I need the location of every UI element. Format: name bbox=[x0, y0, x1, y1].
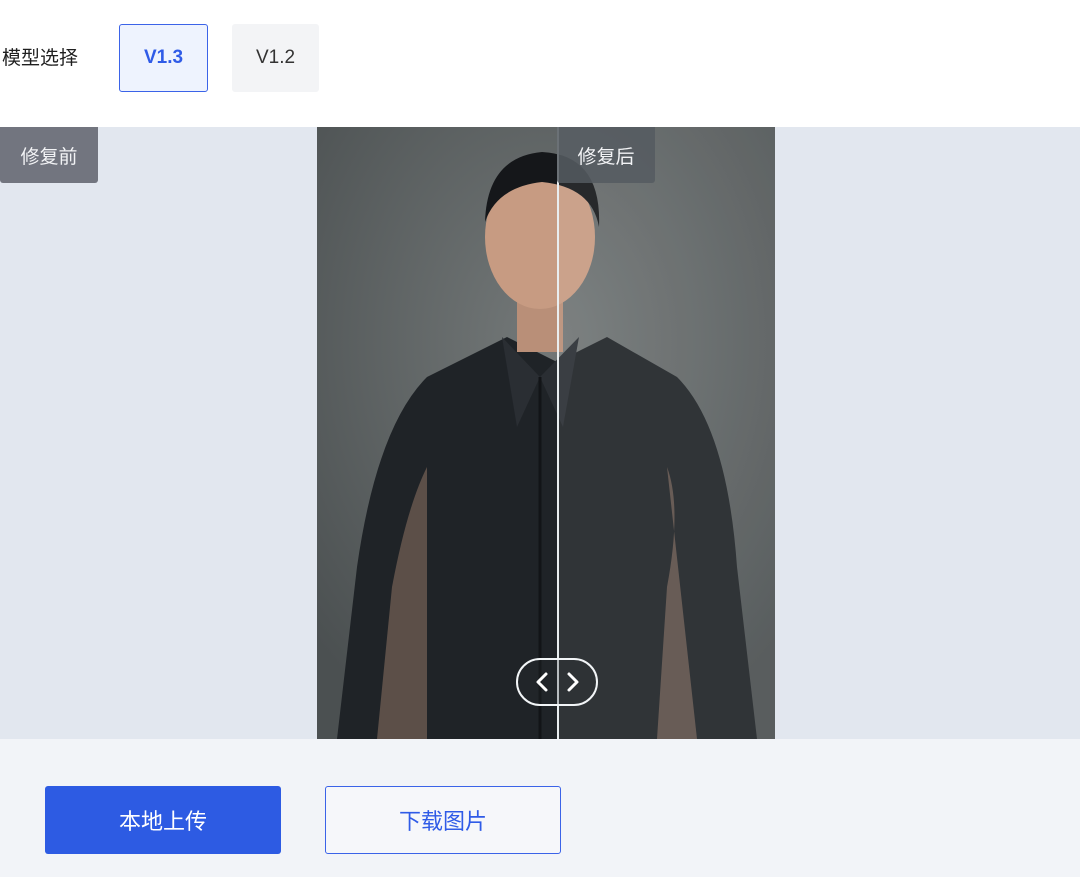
model-select-label: 模型选择 bbox=[2, 47, 79, 69]
after-tag: 修复后 bbox=[557, 127, 655, 183]
comparison-stage: 修复前 修复后 bbox=[0, 127, 1080, 739]
version-v12-button[interactable]: V1.2 bbox=[232, 24, 319, 92]
action-bar: 本地上传 下载图片 bbox=[0, 739, 1080, 877]
download-image-button[interactable]: 下载图片 bbox=[325, 786, 561, 854]
local-upload-button[interactable]: 本地上传 bbox=[45, 786, 281, 854]
version-v13-button[interactable]: V1.3 bbox=[119, 24, 208, 92]
chevron-left-icon bbox=[536, 672, 547, 692]
after-overlay bbox=[557, 127, 775, 739]
before-tag: 修复前 bbox=[0, 127, 98, 183]
portrait-image bbox=[317, 127, 775, 739]
split-drag-handle[interactable] bbox=[516, 658, 598, 706]
split-divider[interactable] bbox=[557, 127, 559, 739]
chevron-right-icon bbox=[567, 672, 578, 692]
